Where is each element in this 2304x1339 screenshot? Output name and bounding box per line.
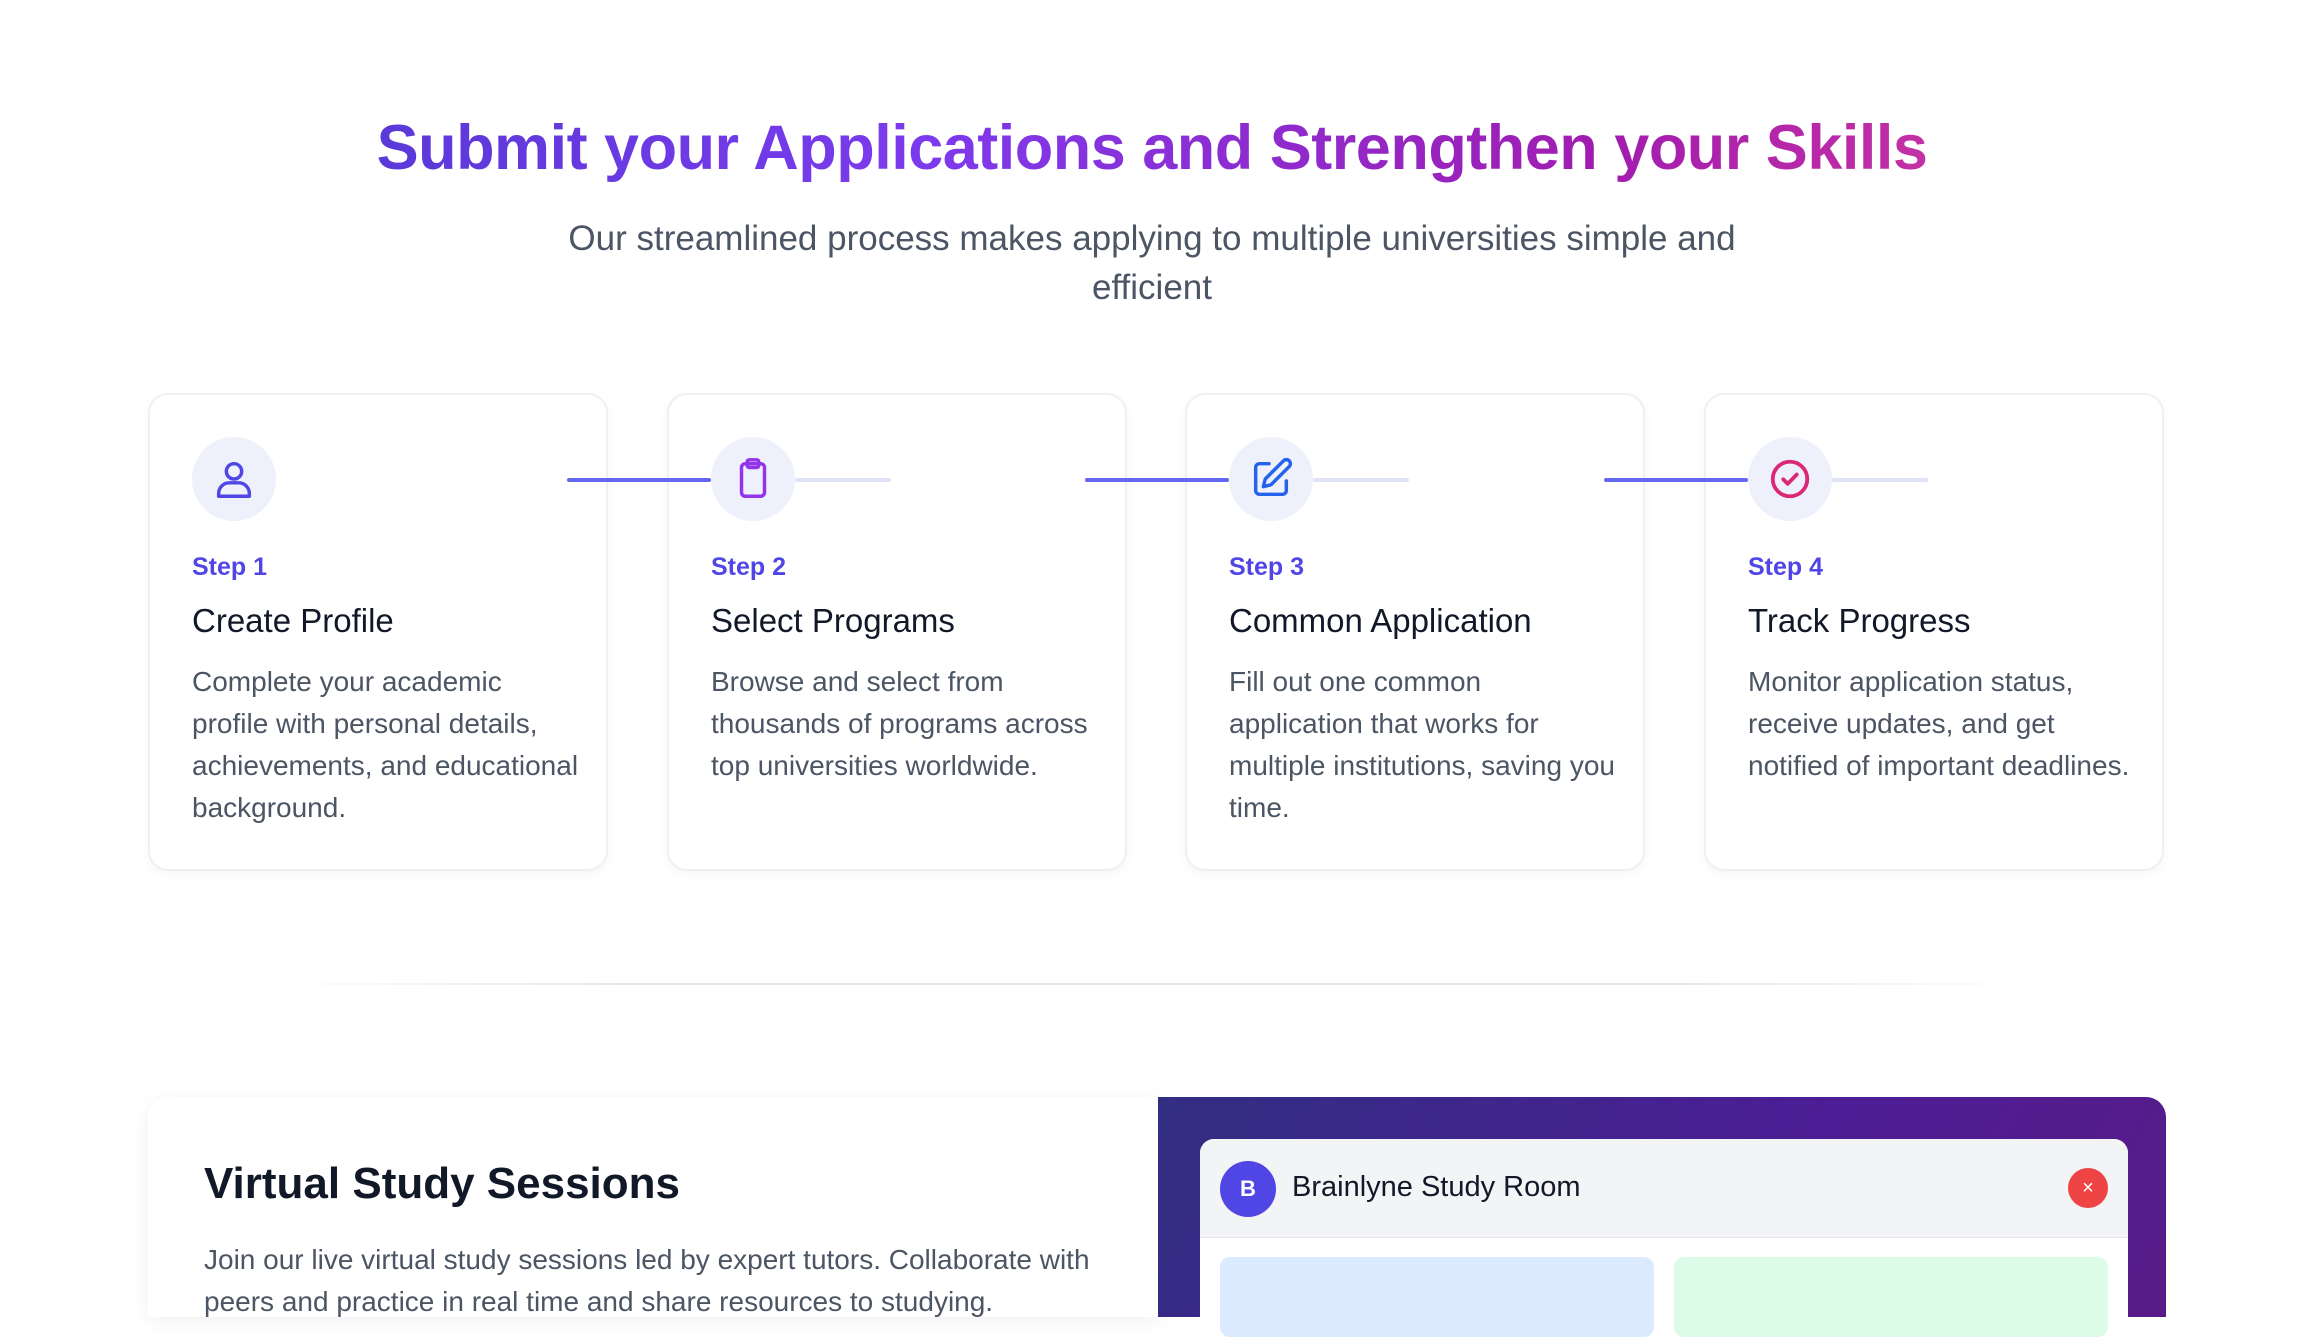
step-description: Complete your academic profile with pers… [192, 666, 579, 823]
steps-row: Step 1 Create Profile Complete your acad… [148, 393, 2166, 873]
clipboard-icon [711, 437, 795, 521]
study-room-window: B Brainlyne Study Room × [1200, 1139, 2128, 1339]
section-title: Submit your Applications and Strengthen … [0, 112, 2304, 184]
step-card-1: Step 1 Create Profile Complete your acad… [148, 393, 608, 871]
virtual-study-title: Virtual Study Sessions [204, 1159, 681, 1208]
step-description: Fill out one common application that wor… [1229, 666, 1615, 823]
step-connector [1085, 478, 1229, 482]
step-card-4: Step 4 Track Progress Monitor applicatio… [1604, 393, 2164, 871]
close-button[interactable]: × [2068, 1168, 2108, 1208]
study-room-preview: B Brainlyne Study Room × [1158, 1097, 2166, 1339]
step-connector [1604, 478, 1748, 482]
step-card-3: Step 3 Common Application Fill out one c… [1085, 393, 1645, 871]
section-divider [268, 983, 2036, 985]
video-tile [1674, 1257, 2108, 1337]
step-number: Step 3 [1229, 553, 1305, 581]
virtual-study-text-panel: Virtual Study Sessions Join our live vir… [148, 1097, 1158, 1317]
study-room-header: B Brainlyne Study Room × [1200, 1139, 2128, 1238]
virtual-study-description: Join our live virtual study sessions led… [204, 1244, 1090, 1317]
step-connector [1832, 478, 1928, 482]
step-title: Common Application [1229, 602, 1532, 639]
step-description: Monitor application status, receive upda… [1748, 666, 2130, 781]
study-room-name: Brainlyne Study Room [1292, 1171, 1581, 1203]
virtual-study-section: Virtual Study Sessions Join our live vir… [148, 1097, 2166, 1339]
step-connector [567, 478, 711, 482]
step-connector [795, 478, 891, 482]
step-number: Step 1 [192, 553, 268, 581]
check-circle-icon [1748, 437, 1832, 521]
step-number: Step 2 [711, 553, 787, 581]
step-number: Step 4 [1748, 553, 1824, 581]
step-title: Track Progress [1748, 602, 1971, 639]
section-subtitle: Our streamlined process makes applying t… [568, 219, 1736, 307]
step-title: Create Profile [192, 602, 394, 639]
video-tile [1220, 1257, 1654, 1337]
edit-icon [1229, 437, 1313, 521]
step-card-2: Step 2 Select Programs Browse and select… [567, 393, 1127, 871]
step-connector [1313, 478, 1409, 482]
avatar: B [1220, 1161, 1276, 1217]
step-description: Browse and select from thousands of prog… [711, 666, 1088, 781]
user-icon [192, 437, 276, 521]
step-title: Select Programs [711, 602, 955, 639]
